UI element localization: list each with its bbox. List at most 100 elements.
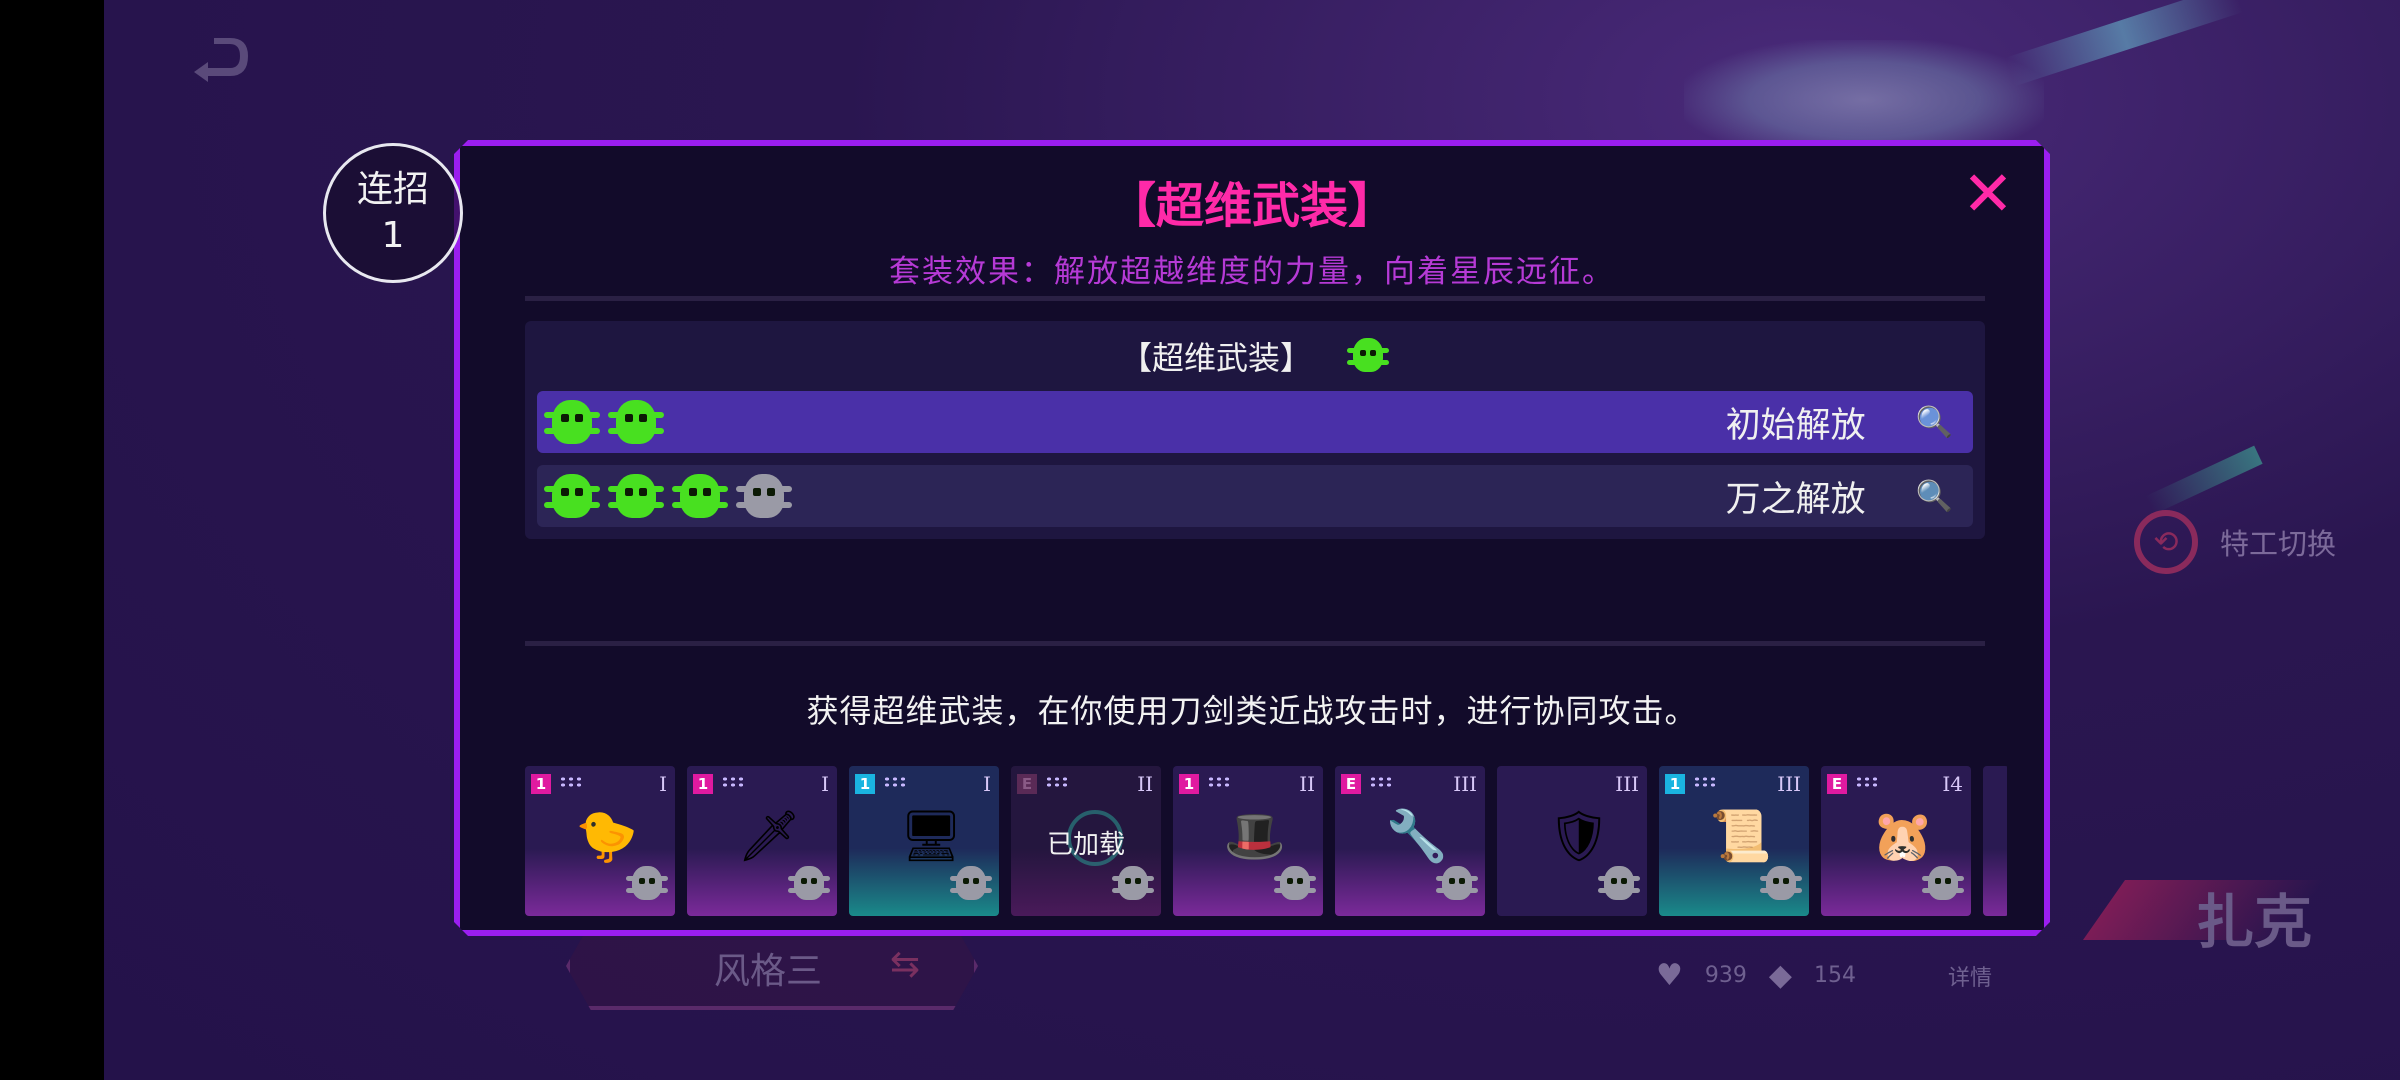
tier-name: 初始解放 xyxy=(1725,405,1866,446)
card-set-badge xyxy=(625,862,669,910)
combo-count: 1 xyxy=(381,215,405,256)
tier-name: 万之解放 xyxy=(1725,479,1866,520)
set-bug-icon xyxy=(543,468,601,524)
card-level: E xyxy=(1017,774,1037,794)
card-dots xyxy=(1369,776,1393,788)
set-effect-text: 套装效果：解放超越维度的力量，向着星辰远征。 xyxy=(889,254,1615,290)
tier-icons xyxy=(543,394,665,450)
detail-link[interactable]: 详情 xyxy=(1948,960,1992,992)
divider xyxy=(525,641,1985,646)
combo-counter: 连招 1 xyxy=(323,143,463,283)
swap-icon: ⇆ xyxy=(890,944,921,985)
set-bug-icon xyxy=(1111,862,1155,906)
back-icon[interactable] xyxy=(186,34,256,84)
card-set-badge xyxy=(949,862,993,910)
set-bug-icon xyxy=(1435,862,1479,906)
card-dots xyxy=(883,776,907,788)
card-set-badge xyxy=(1111,862,1155,910)
dialog-title: 【超维武装】 xyxy=(1107,178,1396,234)
card-rank: I4 xyxy=(1942,772,1963,796)
heart-icon: ♥ xyxy=(1656,958,1683,993)
set-bug-icon xyxy=(949,862,993,906)
search-icon[interactable]: 🔍 xyxy=(1916,405,1953,440)
loaded-label: 已加载 xyxy=(1046,830,1125,860)
style-label: 风格三 xyxy=(714,951,823,992)
set-header-label: 【超维武装】 xyxy=(1119,339,1312,377)
card-rank: I xyxy=(821,772,829,796)
character-name: 扎克 xyxy=(2196,888,2313,956)
card-set-badge xyxy=(1921,862,1965,910)
tier-row-full[interactable]: 万之解放 🔍 xyxy=(537,465,1973,527)
equipment-card[interactable]: 1 II 🎩 xyxy=(1173,766,1323,916)
equipment-card[interactable]: E II 已加载 xyxy=(1011,766,1161,916)
set-bug-icon xyxy=(1597,862,1641,906)
combo-label: 连招 xyxy=(356,169,429,210)
set-bug-icon xyxy=(787,862,831,906)
equipment-card[interactable]: 1 I 🗡 xyxy=(687,766,837,916)
card-rank: I xyxy=(659,772,667,796)
set-bug-icon xyxy=(625,862,669,906)
equipment-card-row: 1 I 🐤 1 I 🗡 1 I 🖥 E II 已加载 1 II 🎩 E III 🔧 III 🛡 1 III 📜 E I4 🐹 xyxy=(525,766,2007,918)
card-set-badge xyxy=(1435,862,1479,910)
set-bug-icon xyxy=(607,468,665,524)
equipment-card[interactable]: E I4 🐹 xyxy=(1821,766,1971,916)
set-bug-icon-locked xyxy=(735,468,793,524)
card-level: 1 xyxy=(693,774,713,794)
agent-switch-icon: ⟲ xyxy=(2134,510,2198,574)
card-rank: III xyxy=(1615,772,1639,796)
set-header: 【超维武装】 xyxy=(525,333,1985,379)
card-rank: III xyxy=(1453,772,1477,796)
equipment-card[interactable]: E III 🔧 xyxy=(1335,766,1485,916)
set-bug-icon xyxy=(607,394,665,450)
close-button[interactable]: ✕ xyxy=(1960,166,2016,222)
card-dots xyxy=(1207,776,1231,788)
card-dots xyxy=(559,776,583,788)
equipment-card-partial[interactable] xyxy=(1983,766,2007,916)
equipment-card[interactable]: 1 I 🖥 xyxy=(849,766,999,916)
card-set-badge xyxy=(1273,862,1317,910)
equipment-card[interactable]: 1 III 📜 xyxy=(1659,766,1809,916)
set-bug-icon xyxy=(543,394,601,450)
set-bug-icon xyxy=(1759,862,1803,906)
card-dots xyxy=(721,776,745,788)
scroll-icon: 📜 xyxy=(1709,807,1773,865)
set-bug-icon xyxy=(1346,334,1390,378)
card-level: 1 xyxy=(855,774,875,794)
card-dots xyxy=(1855,776,1879,788)
equipment-card[interactable]: 1 I 🐤 xyxy=(525,766,675,916)
card-set-badge xyxy=(787,862,831,910)
rubber-duck-icon: 🐤 xyxy=(575,807,639,865)
tier-icons xyxy=(543,468,793,524)
set-bug-icon xyxy=(671,468,729,524)
card-rank: II xyxy=(1299,772,1315,796)
card-level: 1 xyxy=(1665,774,1685,794)
armor-icon: ◆ xyxy=(1768,958,1792,993)
set-bug-icon xyxy=(1921,862,1965,906)
screen-edge xyxy=(0,0,104,1080)
card-set-badge xyxy=(1597,862,1641,910)
character-stats: ♥ 939 ◆ 154 详情 xyxy=(1656,958,1992,993)
card-level: 1 xyxy=(1179,774,1199,794)
bug-shield-icon: 🛡 xyxy=(1547,807,1611,865)
agent-switch-label: 特工切换 xyxy=(2220,527,2337,561)
card-rank: III xyxy=(1777,772,1801,796)
equipment-card[interactable]: III 🛡 xyxy=(1497,766,1647,916)
card-rank: I xyxy=(983,772,991,796)
monitor-icon: 🖥 xyxy=(899,807,963,865)
divider xyxy=(525,296,1985,301)
set-bug-icon xyxy=(1273,862,1317,906)
card-rank: II xyxy=(1137,772,1153,796)
tier-row-initial[interactable]: 初始解放 🔍 xyxy=(537,391,1973,453)
armor-value: 154 xyxy=(1813,963,1856,988)
decor-streak xyxy=(2145,445,2263,515)
wrench-icon: 🔧 xyxy=(1385,807,1449,865)
search-icon[interactable]: 🔍 xyxy=(1916,479,1953,514)
card-dots xyxy=(1693,776,1717,788)
set-bonus-dialog: 【超维武装】 ✕ 套装效果：解放超越维度的力量，向着星辰远征。 【超维武装】 初… xyxy=(454,140,2050,936)
set-description: 获得超维武装，在你使用刀剑类近战攻击时，进行协同攻击。 xyxy=(806,692,1698,730)
set-tier-panel: 【超维武装】 初始解放 🔍 万之解放 🔍 xyxy=(525,321,1985,539)
hp-value: 939 xyxy=(1704,963,1747,988)
card-level: E xyxy=(1827,774,1847,794)
agent-switch-button[interactable]: ⟲ 特工切换 xyxy=(2134,510,2336,574)
card-dots xyxy=(1045,776,1069,788)
